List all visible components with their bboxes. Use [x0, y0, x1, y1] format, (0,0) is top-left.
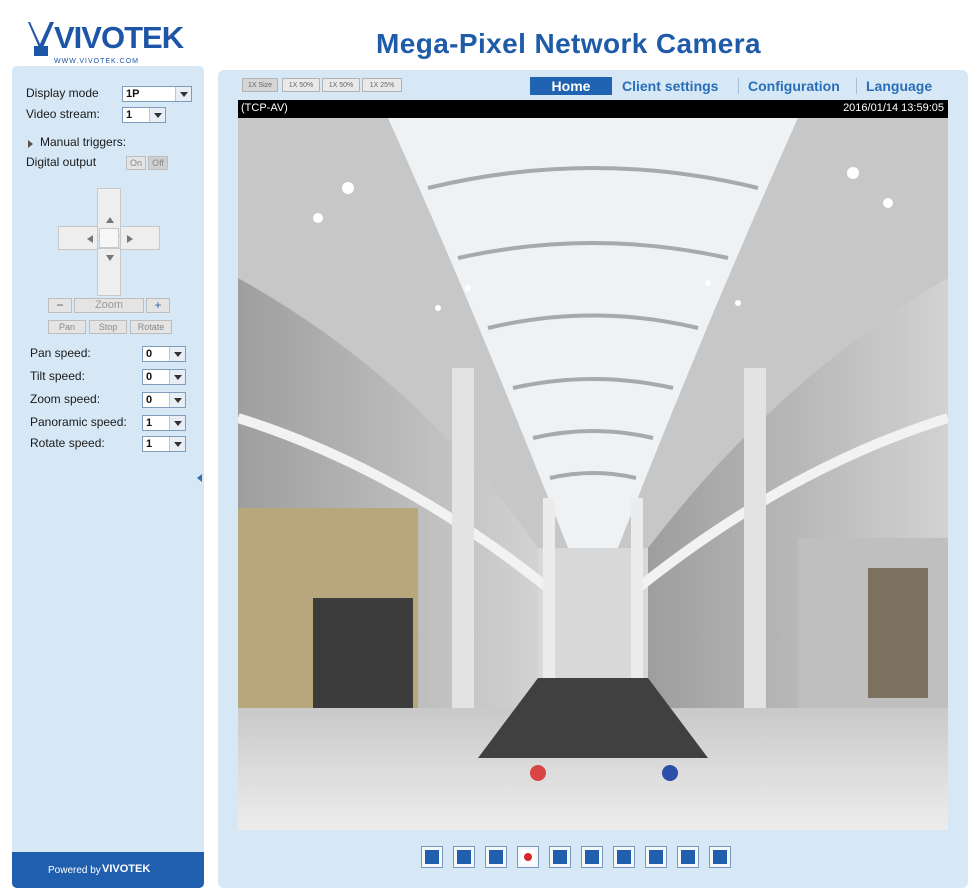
- camera-icon: [425, 850, 439, 864]
- arrow-up-icon: [106, 217, 114, 223]
- nav-client-settings[interactable]: Client settings: [622, 77, 718, 95]
- talk-button[interactable]: [613, 846, 635, 868]
- pause-button[interactable]: [453, 846, 475, 868]
- vivotek-logo: VIVOTEK WWW.VIVOTEK.COM: [28, 20, 188, 66]
- live-video-view[interactable]: (TCP-AV) 2016/01/14 13:59:05: [238, 100, 948, 830]
- pause-icon: [457, 850, 471, 864]
- expand-triangle-icon[interactable]: [28, 140, 33, 148]
- tilt-speed-label: Tilt speed:: [30, 369, 85, 383]
- logo-url: WWW.VIVOTEK.COM: [54, 58, 139, 65]
- zoom-label: Zoom: [74, 298, 144, 313]
- display-mode-value: 1P: [126, 88, 140, 100]
- chevron-down-icon: [169, 416, 185, 430]
- size-button-1[interactable]: 1X Size: [242, 78, 278, 92]
- rotate-speed-label: Rotate speed:: [30, 436, 105, 450]
- ptz-right-button[interactable]: [120, 226, 160, 250]
- nav-home[interactable]: Home: [530, 77, 612, 95]
- zoom-out-button[interactable]: −: [48, 298, 72, 313]
- stop-icon: [489, 850, 503, 864]
- left-control-panel: Display mode 1P Video stream: 1 Manual t…: [12, 66, 204, 888]
- zoom-speed-label: Zoom speed:: [30, 392, 101, 406]
- video-stream-value: 1: [126, 109, 133, 121]
- powered-by-footer: Powered by VIVOTEK: [12, 852, 204, 888]
- pan-speed-label: Pan speed:: [30, 346, 91, 360]
- pan-button[interactable]: Pan: [48, 320, 86, 334]
- microphone-button[interactable]: [677, 846, 699, 868]
- digital-output-label: Digital output: [26, 155, 97, 169]
- chevron-down-icon: [175, 87, 191, 101]
- ptz-down-button[interactable]: [97, 248, 121, 296]
- nav-language[interactable]: Language: [866, 77, 932, 95]
- page-title: Mega-Pixel Network Camera: [376, 28, 762, 59]
- rotate-button[interactable]: Rotate: [130, 320, 172, 334]
- nav-configuration[interactable]: Configuration: [748, 77, 840, 95]
- zoom-speed-value: 0: [146, 394, 153, 406]
- chevron-down-icon: [169, 393, 185, 407]
- size-button-3[interactable]: 1X 50%: [322, 78, 360, 92]
- chevron-down-icon: [169, 347, 185, 361]
- powered-by-label: Powered by: [48, 865, 101, 876]
- display-mode-label: Display mode: [26, 86, 99, 100]
- mute-button[interactable]: [581, 846, 603, 868]
- size-button-4[interactable]: 1X 25%: [362, 78, 402, 92]
- size-button-2[interactable]: 1X 50%: [282, 78, 320, 92]
- stop-button[interactable]: Stop: [89, 320, 127, 334]
- video-stream-select[interactable]: 1: [122, 107, 166, 123]
- rotate-speed-select[interactable]: 1: [142, 436, 186, 452]
- chevron-down-icon: [169, 370, 185, 384]
- ptz-left-button[interactable]: [58, 226, 98, 250]
- snapshot-button[interactable]: [421, 846, 443, 868]
- digital-output-on-button[interactable]: On: [126, 156, 146, 170]
- digital-output-off-button[interactable]: Off: [148, 156, 168, 170]
- chevron-down-icon: [169, 437, 185, 451]
- talk-icon: [617, 850, 631, 864]
- logo-text: VIVOTEK: [54, 20, 184, 55]
- manual-triggers-link[interactable]: Manual triggers:: [40, 135, 126, 149]
- fullscreen-button[interactable]: [709, 846, 731, 868]
- mic-icon: [649, 850, 663, 864]
- nav-separator: [738, 78, 739, 94]
- record-icon: [521, 850, 535, 864]
- video-caption-bar: (TCP-AV) 2016/01/14 13:59:05: [238, 100, 948, 118]
- zoom-speed-select[interactable]: 0: [142, 392, 186, 408]
- volume-icon: [553, 850, 567, 864]
- video-stream-label: Video stream:: [26, 107, 100, 121]
- rotate-speed-value: 1: [146, 438, 153, 450]
- pan-speed-select[interactable]: 0: [142, 346, 186, 362]
- nav-separator: [856, 78, 857, 94]
- arrow-left-icon: [87, 235, 93, 243]
- camera-scene-image: [238, 118, 948, 830]
- pan-speed-value: 0: [146, 348, 153, 360]
- powered-by-brand: VIVOTEK: [102, 863, 151, 875]
- chevron-down-icon: [149, 108, 165, 122]
- mic-volume-button[interactable]: [645, 846, 667, 868]
- logo-mark-icon: [28, 22, 54, 56]
- panoramic-speed-value: 1: [146, 417, 153, 429]
- panoramic-speed-select[interactable]: 1: [142, 415, 186, 431]
- tilt-speed-value: 0: [146, 371, 153, 383]
- microphone-icon: [681, 850, 695, 864]
- panoramic-speed-label: Panoramic speed:: [30, 415, 127, 429]
- zoom-in-button[interactable]: +: [146, 298, 170, 313]
- record-button[interactable]: [517, 846, 539, 868]
- stop-button-bar[interactable]: [485, 846, 507, 868]
- collapse-panel-icon[interactable]: [197, 474, 202, 482]
- display-mode-select[interactable]: 1P: [122, 86, 192, 102]
- ptz-home-button[interactable]: [99, 228, 119, 248]
- mute-icon: [585, 850, 599, 864]
- stream-protocol: (TCP-AV): [241, 102, 288, 114]
- tilt-speed-select[interactable]: 0: [142, 369, 186, 385]
- video-timestamp: 2016/01/14 13:59:05: [843, 102, 944, 114]
- fullscreen-icon: [713, 850, 727, 864]
- arrow-down-icon: [106, 255, 114, 261]
- volume-button[interactable]: [549, 846, 571, 868]
- arrow-right-icon: [127, 235, 133, 243]
